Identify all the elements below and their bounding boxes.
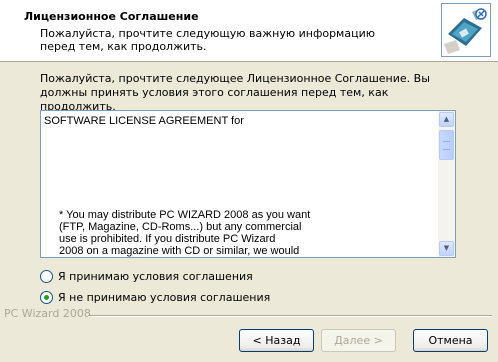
license-heading: SOFTWARE LICENSE AGREEMENT for	[44, 115, 244, 127]
page-title: Лицензионное Соглашение	[24, 10, 199, 23]
scrollbar-thumb[interactable]	[439, 130, 454, 160]
page-subtitle: Пожалуйста, прочтите следующую важную ин…	[40, 27, 375, 53]
license-body: * You may distribute PC WIZARD 2008 as y…	[59, 209, 311, 257]
separator-line	[88, 315, 492, 317]
instructions-text: Пожалуйста, прочтите следующее Лицензион…	[40, 72, 430, 113]
pc-wizard-logo-icon	[441, 3, 491, 57]
license-text-box[interactable]: SOFTWARE LICENSE AGREEMENT for * You may…	[40, 110, 456, 258]
decline-label[interactable]: Я не принимаю условия соглашения	[58, 291, 270, 304]
accept-radio[interactable]	[40, 270, 53, 283]
scroll-up-arrow-icon[interactable]: ▲	[439, 112, 454, 127]
scroll-down-arrow-icon[interactable]: ▼	[439, 241, 454, 256]
next-button[interactable]: Далее >	[321, 329, 396, 352]
decline-radio[interactable]	[40, 291, 53, 304]
back-button[interactable]: < Назад	[239, 329, 314, 352]
cancel-button[interactable]: Отмена	[413, 329, 488, 352]
accept-option[interactable]: Я принимаю условия соглашения	[40, 270, 253, 283]
brand-label: PC Wizard 2008	[4, 307, 91, 320]
vertical-scrollbar[interactable]: ▲ ▼	[438, 111, 455, 257]
accept-label[interactable]: Я принимаю условия соглашения	[58, 270, 253, 283]
header-panel: Лицензионное Соглашение Пожалуйста, проч…	[0, 0, 498, 62]
decline-option[interactable]: Я не принимаю условия соглашения	[40, 291, 270, 304]
